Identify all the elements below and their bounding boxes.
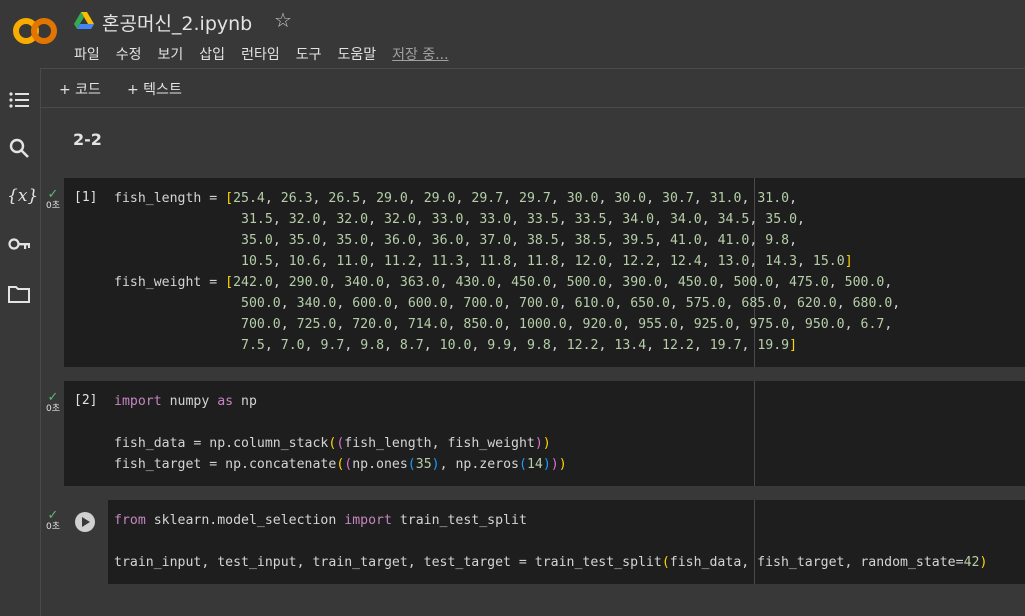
key-icon[interactable] — [7, 232, 31, 256]
folder-icon[interactable] — [7, 282, 31, 306]
code-cell[interactable]: [1] fish_length = [25.4, 26.3, 26.5, 29.… — [64, 178, 1025, 367]
check-icon: ✓ — [47, 508, 59, 523]
menu-item-edit[interactable]: 수정 — [116, 44, 142, 64]
cell-status: ✓ 0초 — [43, 391, 63, 414]
add-code-button[interactable]: + 코드 — [59, 79, 101, 99]
check-icon: ✓ — [47, 187, 59, 202]
menu-item-file[interactable]: 파일 — [74, 44, 100, 64]
variables-icon[interactable]: {x} — [7, 184, 38, 208]
section-heading: 2-2 — [73, 130, 102, 149]
table-of-contents-icon[interactable] — [7, 88, 31, 112]
add-text-button[interactable]: + 텍스트 — [127, 79, 182, 99]
cell-duration: 0초 — [45, 201, 60, 211]
google-drive-icon[interactable] — [74, 12, 94, 30]
cell-status: ✓ 0초 — [43, 188, 63, 211]
code-cell[interactable]: [2] import numpy as np fish_data = np.co… — [64, 381, 1025, 486]
line-ruler — [754, 381, 755, 486]
notebook-area: 2-2 ✓ 0초 [1] fish_length = [25.4, 26.3, … — [41, 108, 1025, 616]
run-cell-button[interactable] — [75, 512, 95, 532]
menu-item-view[interactable]: 보기 — [158, 44, 184, 64]
menu-item-runtime[interactable]: 런타임 — [241, 44, 280, 64]
code-editor[interactable]: fish_length = [25.4, 26.3, 26.5, 29.0, 2… — [114, 188, 900, 356]
star-icon[interactable]: ☆ — [274, 8, 292, 32]
colab-logo[interactable] — [12, 14, 58, 48]
menu-bar: 파일 수정 보기 삽입 런타임 도구 도움말 저장 중... — [74, 44, 465, 64]
exec-count: [1] — [74, 190, 98, 205]
saving-status[interactable]: 저장 중... — [392, 44, 448, 64]
check-icon: ✓ — [47, 390, 59, 405]
left-sidebar: {x} — [0, 68, 41, 616]
run-area — [64, 500, 108, 584]
menu-item-help[interactable]: 도움말 — [337, 44, 376, 64]
notebook-title[interactable]: 혼공머신_2.ipynb — [102, 9, 252, 36]
cell-duration: 0초 — [45, 404, 60, 414]
code-editor[interactable]: import numpy as np fish_data = np.column… — [114, 391, 567, 475]
code-editor[interactable]: from sklearn.model_selection import trai… — [114, 510, 987, 573]
notebook-toolbar: + 코드 + 텍스트 — [41, 68, 1025, 108]
app-header: 혼공머신_2.ipynb ☆ 파일 수정 보기 삽입 런타임 도구 도움말 저장… — [0, 0, 1025, 68]
menu-item-insert[interactable]: 삽입 — [199, 44, 225, 64]
exec-count: [2] — [74, 393, 98, 408]
menu-item-tools[interactable]: 도구 — [296, 44, 322, 64]
cell-duration: 0초 — [45, 522, 60, 532]
search-icon[interactable] — [7, 136, 31, 160]
cell-status: ✓ 0초 — [43, 509, 63, 532]
code-cell[interactable]: from sklearn.model_selection import trai… — [64, 500, 1025, 584]
